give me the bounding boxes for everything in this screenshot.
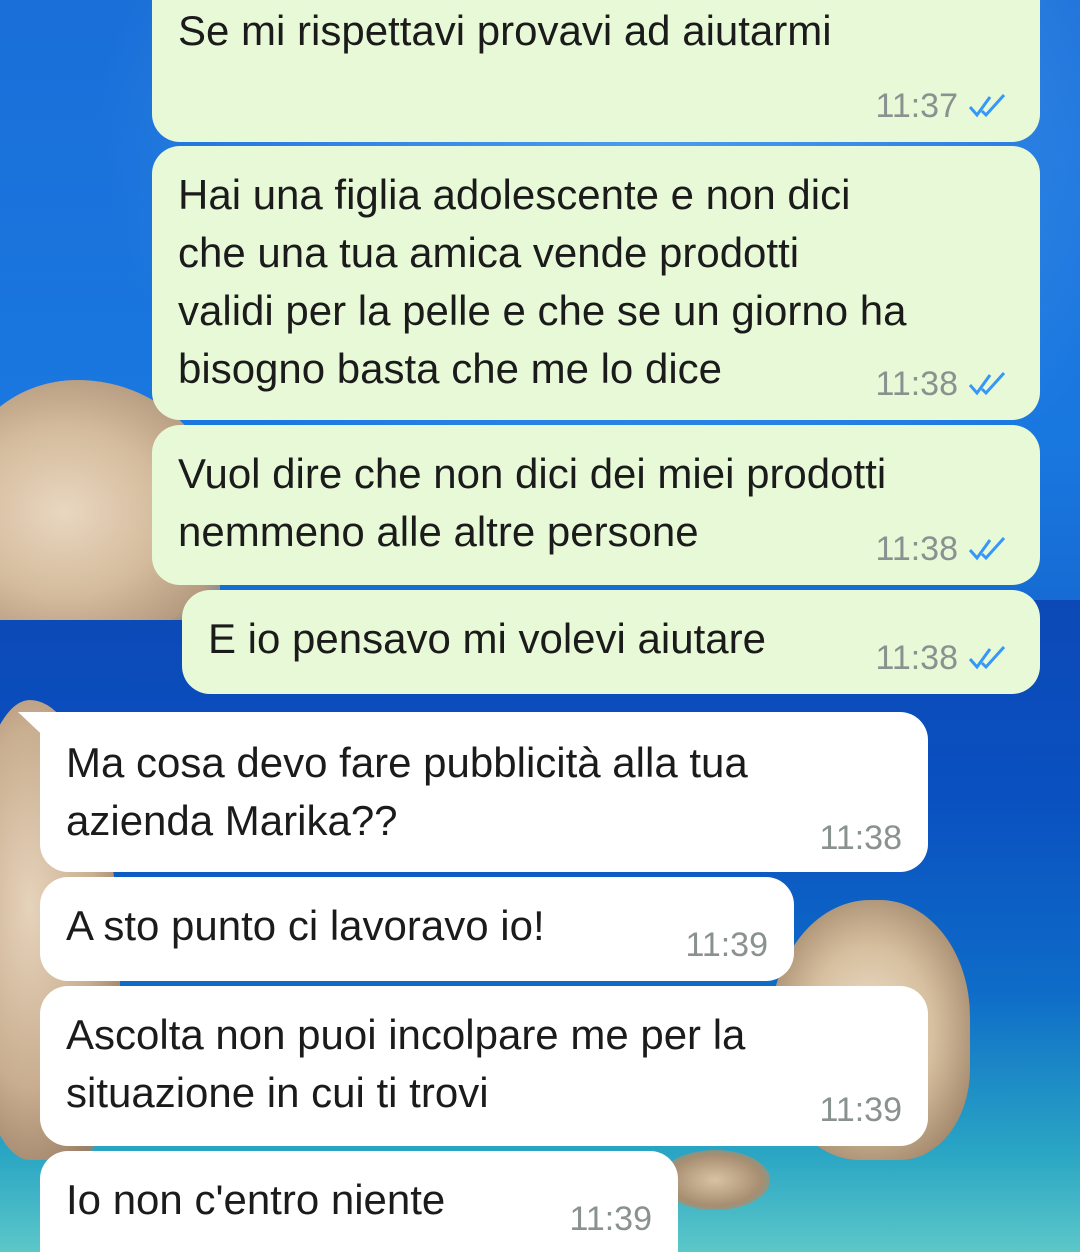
message-time: 11:39 bbox=[685, 926, 768, 964]
message-bubble-incoming[interactable]: Ma cosa devo fare pubblicità alla tua az… bbox=[40, 712, 928, 872]
message-meta: 11:38 bbox=[875, 638, 1014, 678]
message-text: Ascolta non puoi incolpare me per la sit… bbox=[66, 1011, 746, 1116]
double-check-icon bbox=[968, 93, 1006, 118]
message-meta: 11:39 bbox=[685, 925, 768, 965]
message-meta: 11:39 bbox=[819, 1090, 902, 1130]
message-bubble-outgoing[interactable]: Se mi rispettavi provavi ad aiutarmi 11:… bbox=[152, 0, 1040, 142]
message-time: 11:38 bbox=[875, 530, 958, 568]
message-time: 11:37 bbox=[875, 87, 958, 125]
message-time: 11:38 bbox=[875, 365, 958, 403]
message-list[interactable]: Se mi rispettavi provavi ad aiutarmi 11:… bbox=[0, 0, 1080, 1252]
message-text: Hai una figlia adolescente e non dici ch… bbox=[178, 171, 907, 392]
message-bubble-incoming[interactable]: A sto punto ci lavoravo io! 11:39 bbox=[40, 877, 794, 981]
message-time: 11:38 bbox=[819, 819, 902, 857]
message-bubble-outgoing[interactable]: Vuol dire che non dici dei miei prodotti… bbox=[152, 425, 1040, 585]
double-check-icon bbox=[968, 645, 1006, 670]
message-bubble-outgoing[interactable]: Hai una figlia adolescente e non dici ch… bbox=[152, 146, 1040, 420]
message-text: Io non c'entro niente bbox=[66, 1176, 446, 1223]
message-time: 11:39 bbox=[819, 1091, 902, 1129]
double-check-icon bbox=[968, 371, 1006, 396]
message-bubble-incoming[interactable]: Ascolta non puoi incolpare me per la sit… bbox=[40, 986, 928, 1146]
message-bubble-incoming[interactable]: Io non c'entro niente 11:39 bbox=[40, 1151, 678, 1252]
message-text: A sto punto ci lavoravo io! bbox=[66, 902, 545, 949]
message-text: Ma cosa devo fare pubblicità alla tua az… bbox=[66, 739, 748, 844]
message-meta: 11:38 bbox=[875, 364, 1014, 404]
message-meta: 11:38 bbox=[819, 818, 902, 858]
message-meta: 11:39 bbox=[569, 1199, 652, 1239]
message-meta: 11:38 bbox=[875, 529, 1014, 569]
message-time: 11:39 bbox=[569, 1200, 652, 1238]
double-check-icon bbox=[968, 536, 1006, 561]
message-time: 11:38 bbox=[875, 639, 958, 677]
message-text: Se mi rispettavi provavi ad aiutarmi bbox=[178, 7, 832, 54]
message-text: Vuol dire che non dici dei miei prodotti… bbox=[178, 450, 887, 555]
message-text: E io pensavo mi volevi aiutare bbox=[208, 615, 766, 662]
message-meta: 11:37 bbox=[875, 86, 1014, 126]
message-bubble-outgoing[interactable]: E io pensavo mi volevi aiutare 11:38 bbox=[182, 590, 1040, 694]
